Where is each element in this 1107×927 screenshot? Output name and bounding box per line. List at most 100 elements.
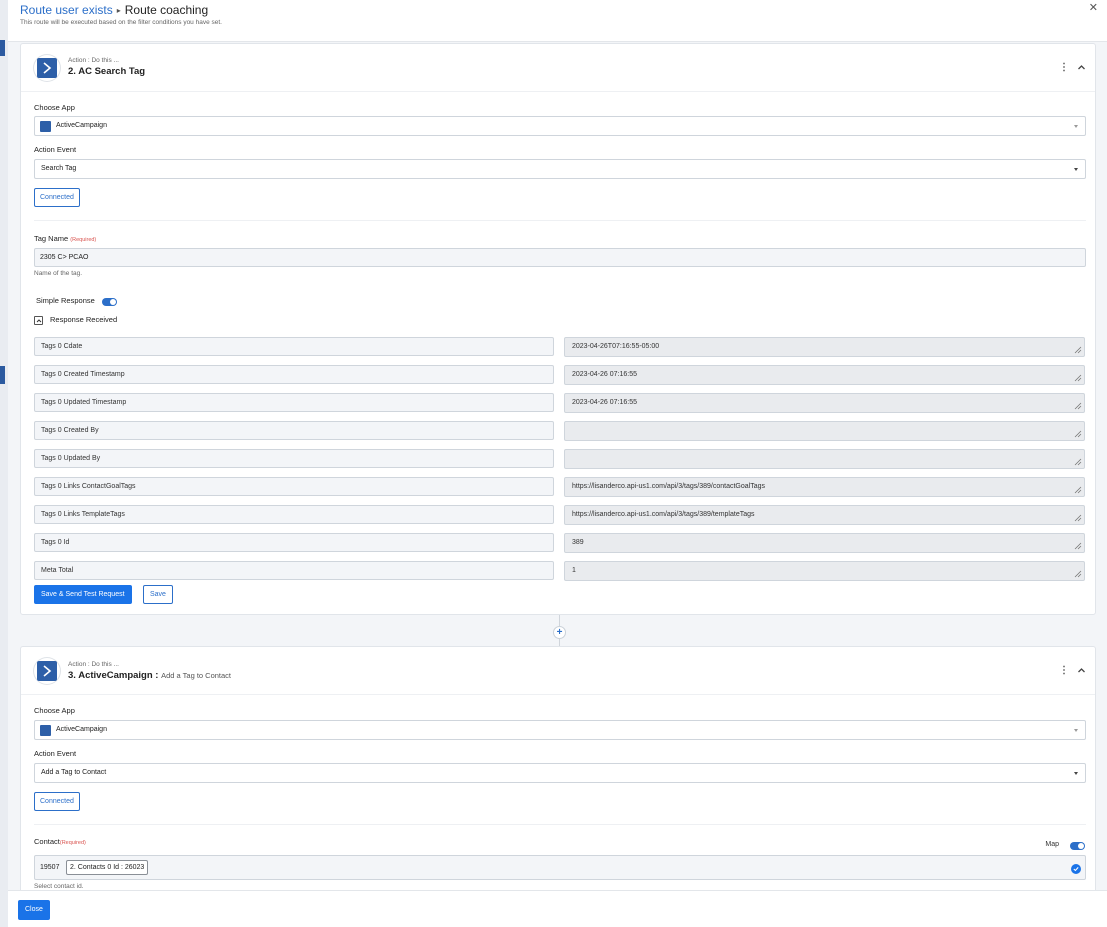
breadcrumb-separator-icon: ▸ xyxy=(116,6,121,15)
choose-app-value: ActiveCampaign xyxy=(56,122,107,129)
step-event-suffix: Add a Tag to Contact xyxy=(161,671,232,680)
contact-hint: Select contact id. xyxy=(34,883,84,890)
contact-field[interactable]: 19507 2. Contacts 0 Id : 26023 xyxy=(34,855,1086,880)
background-strip xyxy=(0,0,8,927)
kebab-icon[interactable]: ⋮ xyxy=(1059,665,1069,676)
route-subtitle: This route will be executed based on the… xyxy=(20,19,222,26)
resize-grip-icon[interactable] xyxy=(1074,402,1082,410)
response-key-field[interactable]: Tags 0 Updated By xyxy=(34,449,554,468)
connected-button[interactable]: Connected xyxy=(34,792,80,811)
action-event-select[interactable]: Add a Tag to Contact xyxy=(34,763,1086,783)
response-key-field[interactable]: Tags 0 Id xyxy=(34,533,554,552)
action-event-select[interactable]: Search Tag xyxy=(34,159,1086,179)
caret-down-icon xyxy=(1074,772,1078,775)
save-button[interactable]: Save xyxy=(143,585,173,604)
map-label: Map xyxy=(1045,841,1059,848)
response-value-text: 1 xyxy=(572,567,576,574)
contact-label: Contact(Required) xyxy=(34,837,86,846)
response-value-text: 2023-04-26T07:16:55-05:00 xyxy=(572,343,660,350)
caret-down-icon xyxy=(1074,168,1078,171)
response-key-text: Meta Total xyxy=(41,567,74,574)
response-value-field[interactable] xyxy=(564,421,1085,441)
response-key-text: Tags 0 Created By xyxy=(41,427,99,434)
breadcrumb: Route user exists ▸ Route coaching xyxy=(20,3,208,17)
action-event-label: Action Event xyxy=(34,145,77,154)
response-value-text: 2023-04-26 07:16:55 xyxy=(572,399,637,406)
response-key-field[interactable]: Tags 0 Cdate xyxy=(34,337,554,356)
response-value-field[interactable]: 2023-04-26 07:16:55 xyxy=(564,365,1085,385)
resize-grip-icon[interactable] xyxy=(1074,514,1082,522)
simple-response-toggle[interactable] xyxy=(102,298,117,306)
step-2-card: Action : Do this ... 2. AC Search Tag ⋮ … xyxy=(20,43,1096,615)
page-title: Route coaching xyxy=(124,3,209,17)
response-key-field[interactable]: Tags 0 Created Timestamp xyxy=(34,365,554,384)
action-event-label: Action Event xyxy=(34,749,77,758)
response-value-field[interactable]: https://lisanderco.api-us1.com/api/3/tag… xyxy=(564,505,1085,525)
response-value-field[interactable]: https://lisanderco.api-us1.com/api/3/tag… xyxy=(564,477,1085,497)
breadcrumb-parent-link[interactable]: Route user exists xyxy=(20,3,113,17)
response-value-text: https://lisanderco.api-us1.com/api/3/tag… xyxy=(572,483,765,490)
resize-grip-icon[interactable] xyxy=(1074,346,1082,354)
activecampaign-icon xyxy=(40,725,51,736)
response-value-text: https://lisanderco.api-us1.com/api/3/tag… xyxy=(572,511,755,518)
chevron-up-icon xyxy=(36,319,42,323)
plus-icon[interactable]: + xyxy=(553,626,566,639)
choose-app-label: Choose App xyxy=(34,706,75,715)
resize-grip-icon[interactable] xyxy=(1074,542,1082,550)
response-key-text: Tags 0 Cdate xyxy=(41,343,83,350)
save-send-test-button[interactable]: Save & Send Test Request xyxy=(34,585,132,604)
response-key-field[interactable]: Tags 0 Created By xyxy=(34,421,554,440)
step-2-header[interactable]: Action : Do this ... 2. AC Search Tag ⋮ xyxy=(21,44,1095,92)
step-caption: Action : Do this ... xyxy=(68,661,119,668)
response-key-field[interactable]: Tags 0 Updated Timestamp xyxy=(34,393,554,412)
close-icon[interactable]: ✕ xyxy=(1089,1,1098,14)
background-block xyxy=(0,366,5,384)
response-key-text: Tags 0 Id xyxy=(41,539,70,546)
step-3-card: Action : Do this ... 3. ActiveCampaign :… xyxy=(20,646,1096,890)
response-value-field[interactable]: 2023-04-26T07:16:55-05:00 xyxy=(564,337,1085,357)
response-key-text: Tags 0 Links TemplateTags xyxy=(41,511,125,518)
modal-footer: Close xyxy=(8,890,1107,927)
response-received-label: Response Received xyxy=(50,315,118,324)
chevron-up-icon[interactable] xyxy=(1077,666,1086,675)
step-connector xyxy=(559,639,560,646)
connected-button[interactable]: Connected xyxy=(34,188,80,207)
kebab-icon[interactable]: ⋮ xyxy=(1059,62,1069,73)
response-key-field[interactable]: Tags 0 Links TemplateTags xyxy=(34,505,554,524)
required-marker: (Required) xyxy=(59,840,86,846)
choose-app-label: Choose App xyxy=(34,103,75,112)
response-value-text: 389 xyxy=(572,539,584,546)
close-button[interactable]: Close xyxy=(18,900,50,920)
response-collapse-toggle[interactable] xyxy=(34,316,43,325)
check-icon xyxy=(1071,864,1081,874)
resize-grip-icon[interactable] xyxy=(1074,570,1082,578)
choose-app-select[interactable]: ActiveCampaign xyxy=(34,116,1086,136)
action-event-value: Search Tag xyxy=(41,165,77,172)
activecampaign-icon xyxy=(34,658,60,684)
mapped-field-pill[interactable]: 2. Contacts 0 Id : 26023 xyxy=(66,860,149,875)
choose-app-select[interactable]: ActiveCampaign xyxy=(34,720,1086,740)
resize-grip-icon[interactable] xyxy=(1074,430,1082,438)
divider xyxy=(34,824,1086,825)
response-key-text: Tags 0 Updated Timestamp xyxy=(41,399,127,406)
choose-app-value: ActiveCampaign xyxy=(56,726,107,733)
response-value-field[interactable] xyxy=(564,449,1085,469)
resize-grip-icon[interactable] xyxy=(1074,458,1082,466)
tag-name-value: 2305 C> PCAO xyxy=(40,254,89,261)
step-title-text: 3. ActiveCampaign : xyxy=(68,670,162,681)
response-value-field[interactable]: 2023-04-26 07:16:55 xyxy=(564,393,1085,413)
tag-name-input[interactable]: 2305 C> PCAO xyxy=(34,248,1086,267)
chevron-up-icon[interactable] xyxy=(1077,63,1086,72)
response-key-field[interactable]: Meta Total xyxy=(34,561,554,580)
action-event-value: Add a Tag to Contact xyxy=(41,769,107,776)
step-caption: Action : Do this ... xyxy=(68,57,119,64)
resize-grip-icon[interactable] xyxy=(1074,374,1082,382)
resize-grip-icon[interactable] xyxy=(1074,486,1082,494)
step-3-header[interactable]: Action : Do this ... 3. ActiveCampaign :… xyxy=(21,647,1095,695)
response-key-field[interactable]: Tags 0 Links ContactGoalTags xyxy=(34,477,554,496)
map-toggle[interactable] xyxy=(1070,842,1085,850)
response-value-field[interactable]: 1 xyxy=(564,561,1085,581)
step-title: 3. ActiveCampaign : Add a Tag to Contact xyxy=(68,670,231,681)
tag-name-label-text: Tag Name xyxy=(34,234,69,243)
response-value-field[interactable]: 389 xyxy=(564,533,1085,553)
